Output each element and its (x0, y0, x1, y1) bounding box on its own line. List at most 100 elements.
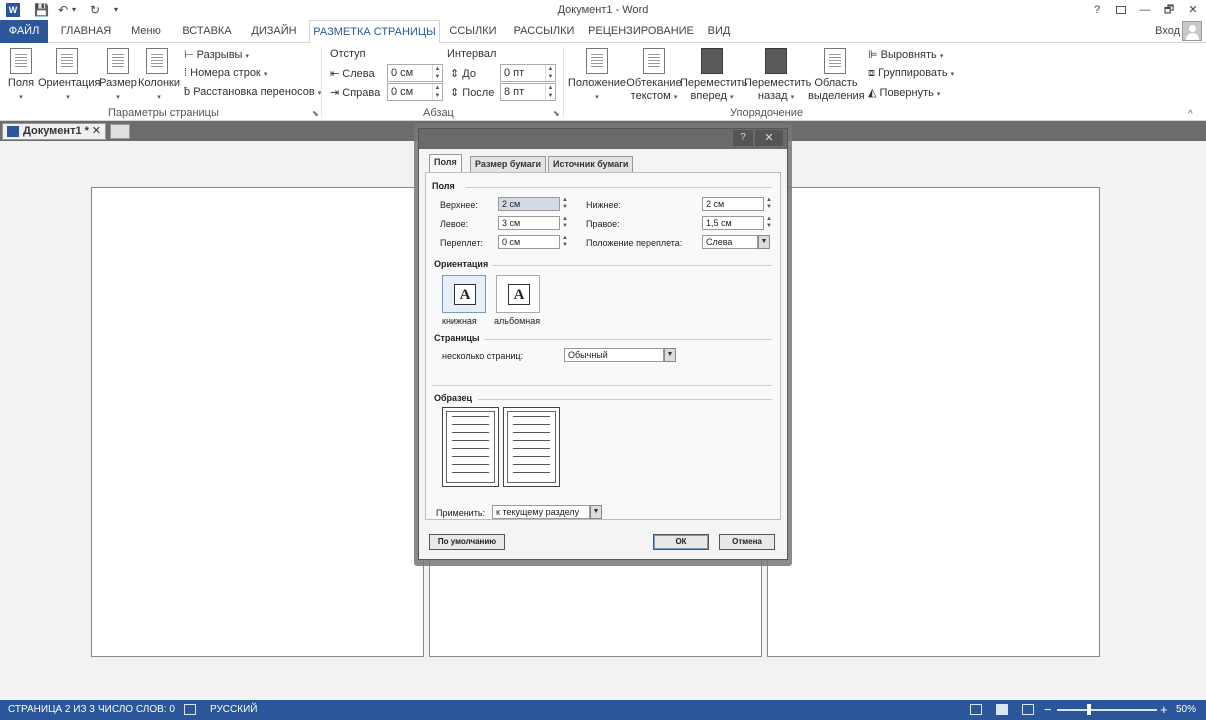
multiple-pages-dropdown-icon[interactable]: ▼ (664, 348, 676, 362)
spacing-after-icon: ⇕ (450, 87, 460, 99)
close-button[interactable]: ✕ (1182, 2, 1204, 18)
wrap-text-button[interactable]: Обтекание текстом ▾ (626, 77, 682, 104)
right-margin-input[interactable]: 1,5 см (702, 216, 764, 230)
ribbon-display-options-icon[interactable] (1110, 2, 1132, 18)
portrait-option[interactable]: A (442, 275, 486, 313)
tab-design[interactable]: ДИЗАЙН (246, 20, 302, 43)
tab-margins[interactable]: Поля (429, 154, 462, 173)
group-icon: ⧈ (868, 67, 875, 79)
gutter-input[interactable]: 0 см (498, 235, 560, 249)
spacing-before-label: ⇕ До (450, 68, 476, 80)
tab-home[interactable]: ГЛАВНАЯ (56, 20, 116, 43)
tab-mailings[interactable]: РАССЫЛКИ (510, 20, 578, 43)
indent-left-input[interactable]: 0 см ▲ ▼ (387, 64, 443, 82)
spacing-before-input[interactable]: 0 пт ▲ ▼ (500, 64, 556, 82)
tab-review[interactable]: РЕЦЕНЗИРОВАНИЕ (588, 20, 694, 43)
rotate-button[interactable]: ◭ Повернуть ▾ (868, 86, 940, 99)
indent-heading: Отступ (330, 48, 366, 60)
paragraph-launcher-icon[interactable]: ⬊ (553, 109, 560, 118)
document-page[interactable] (91, 187, 424, 657)
indent-right-input[interactable]: 0 см ▲ ▼ (387, 83, 443, 101)
set-as-default-button[interactable]: По умолчанию (429, 534, 505, 550)
multiple-pages-select[interactable]: Обычный (564, 348, 664, 362)
read-mode-icon[interactable] (970, 704, 982, 715)
hyphenation-button[interactable]: ƀ Расстановка переносов ▾ (184, 86, 321, 98)
new-document-tab-icon[interactable] (110, 124, 130, 139)
language-status[interactable]: РУССКИЙ (210, 700, 257, 720)
top-margin-spinner[interactable]: ▲ ▼ (560, 197, 570, 211)
restore-button[interactable]: 🗗 (1158, 2, 1180, 18)
landscape-option[interactable]: A (496, 275, 540, 313)
word-count-status[interactable]: ЧИСЛО СЛОВ: 0 (98, 700, 175, 720)
gutter-position-select[interactable]: Слева (702, 235, 758, 249)
tab-insert[interactable]: ВСТАВКА (176, 20, 238, 43)
group-separator (563, 47, 564, 117)
print-layout-icon[interactable] (996, 704, 1008, 715)
apply-to-dropdown-icon[interactable]: ▼ (590, 505, 602, 519)
document-tab[interactable]: Документ1 * ✕ (2, 123, 106, 140)
right-margin-spinner[interactable]: ▲ ▼ (764, 216, 774, 230)
bottom-margin-input[interactable]: 2 см (702, 197, 764, 211)
position-button[interactable]: Положение ▾ (566, 77, 628, 104)
help-button[interactable]: ? (1086, 2, 1108, 18)
document-page[interactable] (767, 187, 1100, 657)
align-button[interactable]: ⊫ Выровнять ▾ (868, 48, 943, 61)
dialog-help-button[interactable]: ? (733, 130, 753, 146)
tab-references[interactable]: ССЫЛКИ (446, 20, 500, 43)
spacing-after-input[interactable]: 8 пт ▲ ▼ (500, 83, 556, 101)
zoom-in-button[interactable]: + (1160, 700, 1168, 720)
zoom-slider[interactable] (1057, 709, 1157, 711)
line-numbers-button[interactable]: ⁞ Номера строк ▾ (184, 67, 267, 79)
zoom-slider-thumb[interactable] (1087, 704, 1091, 715)
zoom-out-button[interactable]: − (1044, 700, 1052, 720)
tab-paper-source[interactable]: Источник бумаги (548, 156, 634, 172)
apply-to-select[interactable]: к текущему разделу (492, 505, 590, 519)
page-setup-launcher-icon[interactable]: ⬊ (312, 109, 319, 118)
left-margin-input[interactable]: 3 см (498, 216, 560, 230)
zoom-level[interactable]: 50% (1176, 700, 1196, 720)
collapse-ribbon-icon[interactable]: ^ (1188, 109, 1193, 120)
orientation-icon (56, 48, 78, 74)
selection-pane-button[interactable]: Область выделения (808, 77, 865, 103)
gutter-position-dropdown-icon[interactable]: ▼ (758, 235, 770, 249)
minimize-button[interactable]: — (1134, 2, 1156, 18)
gutter-spinner[interactable]: ▲ ▼ (560, 235, 570, 249)
proofing-icon[interactable] (184, 704, 196, 715)
tab-paper-size[interactable]: Размер бумаги (470, 156, 547, 172)
page-count-status[interactable]: СТРАНИЦА 2 ИЗ 3 (8, 700, 95, 720)
tab-menu[interactable]: Меню (124, 20, 168, 43)
avatar[interactable] (1182, 21, 1202, 41)
ribbon: Поля ▾ Ориентация ▾ Размер ▾ Колонки ▾ ⊢ Раз… (0, 43, 1206, 121)
selection-pane-icon (824, 48, 846, 74)
top-margin-input[interactable]: 2 см (498, 197, 560, 211)
ok-button[interactable]: ОК (653, 534, 709, 550)
gutter-position-label: Положение переплета: (586, 238, 683, 248)
left-margin-label: Левое: (440, 219, 469, 229)
tab-view[interactable]: ВИД (702, 20, 736, 43)
window-title: Документ1 - Word (557, 4, 649, 16)
left-margin-spinner[interactable]: ▲ ▼ (560, 216, 570, 230)
section-divider (484, 339, 772, 340)
sign-in-link[interactable]: Вход (1155, 25, 1180, 37)
section-divider (432, 385, 772, 386)
dialog-close-button[interactable]: ✕ (755, 130, 783, 146)
cancel-button[interactable]: Отмена (719, 534, 775, 550)
tab-page-layout[interactable]: РАЗМЕТКА СТРАНИЦЫ (309, 20, 440, 44)
breaks-button[interactable]: ⊢ Разрывы ▾ (184, 48, 249, 61)
tab-file[interactable]: ФАЙЛ (0, 20, 48, 43)
bottom-margin-label: Нижнее: (586, 200, 622, 210)
close-document-icon[interactable]: ✕ (92, 124, 101, 139)
bottom-margin-spinner[interactable]: ▲ ▼ (764, 197, 774, 211)
web-layout-icon[interactable] (1022, 704, 1034, 715)
size-button[interactable]: Размер ▾ (98, 77, 138, 104)
status-bar: СТРАНИЦА 2 ИЗ 3 ЧИСЛО СЛОВ: 0 РУССКИЙ − … (0, 700, 1206, 720)
send-backward-button[interactable]: Переместить назад ▾ (744, 77, 811, 104)
bring-forward-button[interactable]: Переместить вперед ▾ (680, 77, 747, 104)
columns-button[interactable]: Колонки ▾ (137, 77, 181, 104)
margins-button[interactable]: Поля ▾ (4, 77, 38, 104)
orientation-button[interactable]: Ориентация ▾ (38, 77, 100, 104)
rotate-icon: ◭ (868, 87, 877, 99)
line-numbers-icon: ⁞ (184, 67, 188, 79)
group-button[interactable]: ⧈ Группировать ▾ (868, 67, 954, 80)
dialog-title-bar[interactable] (419, 129, 787, 149)
